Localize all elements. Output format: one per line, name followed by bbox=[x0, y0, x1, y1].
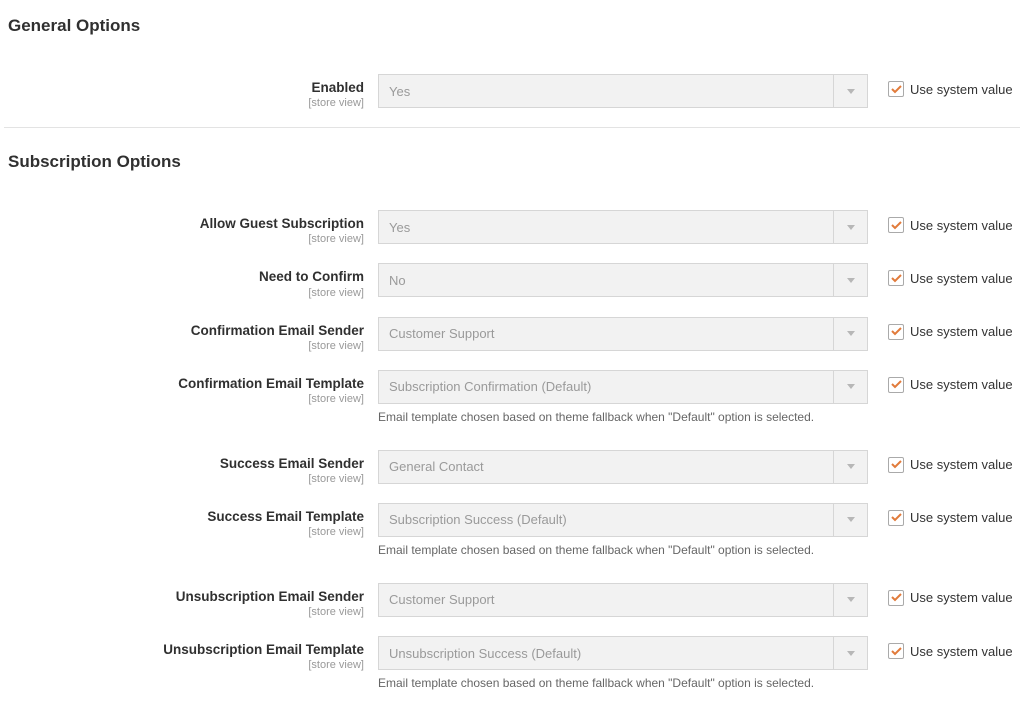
chevron-down-icon bbox=[833, 318, 867, 350]
label-confirm-sender: Confirmation Email Sender bbox=[191, 323, 364, 338]
use-system-label-allow-guest: Use system value bbox=[910, 218, 1013, 233]
label-need-confirm: Need to Confirm bbox=[259, 269, 364, 284]
label-confirm-template: Confirmation Email Template bbox=[178, 376, 364, 391]
use-system-label-success-sender: Use system value bbox=[910, 457, 1013, 472]
scope-enabled: [store view] bbox=[4, 97, 364, 109]
select-value-confirm-sender: Customer Support bbox=[379, 318, 833, 350]
select-value-need-confirm: No bbox=[379, 264, 833, 296]
field-success-sender: Success Email Sender [store view] Genera… bbox=[4, 450, 1020, 485]
use-system-label-unsub-sender: Use system value bbox=[910, 590, 1013, 605]
select-success-template[interactable]: Subscription Success (Default) bbox=[378, 503, 868, 537]
note-unsub-template: Email template chosen based on theme fal… bbox=[378, 676, 868, 690]
section-divider bbox=[4, 127, 1020, 128]
field-enabled: Enabled [store view] Yes Use system valu… bbox=[4, 74, 1020, 109]
field-confirm-sender: Confirmation Email Sender [store view] C… bbox=[4, 317, 1020, 352]
chevron-down-icon bbox=[833, 75, 867, 107]
chevron-down-icon bbox=[833, 264, 867, 296]
select-success-sender[interactable]: General Contact bbox=[378, 450, 868, 484]
field-success-template: Success Email Template [store view] Subs… bbox=[4, 503, 1020, 557]
use-system-label-success-template: Use system value bbox=[910, 510, 1013, 525]
select-value-success-template: Subscription Success (Default) bbox=[379, 504, 833, 536]
section-title-subscription: Subscription Options bbox=[4, 144, 1020, 192]
checkbox-use-system-success-template[interactable] bbox=[888, 510, 904, 526]
scope-confirm-template: [store view] bbox=[4, 393, 364, 405]
checkbox-use-system-confirm-sender[interactable] bbox=[888, 324, 904, 340]
select-enabled[interactable]: Yes bbox=[378, 74, 868, 108]
select-value-unsub-sender: Customer Support bbox=[379, 584, 833, 616]
field-need-confirm: Need to Confirm [store view] No Use syst… bbox=[4, 263, 1020, 298]
label-success-sender: Success Email Sender bbox=[220, 456, 364, 471]
checkbox-use-system-enabled[interactable] bbox=[888, 81, 904, 97]
checkbox-use-system-unsub-sender[interactable] bbox=[888, 590, 904, 606]
label-unsub-template: Unsubscription Email Template bbox=[163, 642, 364, 657]
chevron-down-icon bbox=[833, 451, 867, 483]
select-value-confirm-template: Subscription Confirmation (Default) bbox=[379, 371, 833, 403]
scope-success-sender: [store view] bbox=[4, 473, 364, 485]
select-value-enabled: Yes bbox=[379, 75, 833, 107]
note-confirm-template: Email template chosen based on theme fal… bbox=[378, 410, 868, 424]
use-system-label-need-confirm: Use system value bbox=[910, 271, 1013, 286]
select-need-confirm[interactable]: No bbox=[378, 263, 868, 297]
chevron-down-icon bbox=[833, 584, 867, 616]
chevron-down-icon bbox=[833, 504, 867, 536]
field-unsub-template: Unsubscription Email Template [store vie… bbox=[4, 636, 1020, 690]
select-unsub-template[interactable]: Unsubscription Success (Default) bbox=[378, 636, 868, 670]
field-unsub-sender: Unsubscription Email Sender [store view]… bbox=[4, 583, 1020, 618]
chevron-down-icon bbox=[833, 637, 867, 669]
checkbox-use-system-success-sender[interactable] bbox=[888, 457, 904, 473]
use-system-label-unsub-template: Use system value bbox=[910, 644, 1013, 659]
checkbox-use-system-need-confirm[interactable] bbox=[888, 270, 904, 286]
label-unsub-sender: Unsubscription Email Sender bbox=[176, 589, 364, 604]
scope-unsub-template: [store view] bbox=[4, 659, 364, 671]
label-allow-guest: Allow Guest Subscription bbox=[200, 216, 364, 231]
scope-allow-guest: [store view] bbox=[4, 233, 364, 245]
select-confirm-template[interactable]: Subscription Confirmation (Default) bbox=[378, 370, 868, 404]
select-value-success-sender: General Contact bbox=[379, 451, 833, 483]
select-allow-guest[interactable]: Yes bbox=[378, 210, 868, 244]
use-system-label-confirm-sender: Use system value bbox=[910, 324, 1013, 339]
note-success-template: Email template chosen based on theme fal… bbox=[378, 543, 868, 557]
use-system-label-confirm-template: Use system value bbox=[910, 377, 1013, 392]
scope-confirm-sender: [store view] bbox=[4, 340, 364, 352]
checkbox-use-system-unsub-template[interactable] bbox=[888, 643, 904, 659]
field-confirm-template: Confirmation Email Template [store view]… bbox=[4, 370, 1020, 424]
field-allow-guest: Allow Guest Subscription [store view] Ye… bbox=[4, 210, 1020, 245]
select-unsub-sender[interactable]: Customer Support bbox=[378, 583, 868, 617]
select-value-unsub-template: Unsubscription Success (Default) bbox=[379, 637, 833, 669]
checkbox-use-system-allow-guest[interactable] bbox=[888, 217, 904, 233]
label-enabled: Enabled bbox=[311, 80, 364, 95]
scope-unsub-sender: [store view] bbox=[4, 606, 364, 618]
scope-need-confirm: [store view] bbox=[4, 287, 364, 299]
section-title-general: General Options bbox=[4, 8, 1020, 56]
checkbox-use-system-confirm-template[interactable] bbox=[888, 377, 904, 393]
select-value-allow-guest: Yes bbox=[379, 211, 833, 243]
select-confirm-sender[interactable]: Customer Support bbox=[378, 317, 868, 351]
chevron-down-icon bbox=[833, 211, 867, 243]
chevron-down-icon bbox=[833, 371, 867, 403]
scope-success-template: [store view] bbox=[4, 526, 364, 538]
use-system-label-enabled: Use system value bbox=[910, 82, 1013, 97]
label-success-template: Success Email Template bbox=[207, 509, 364, 524]
